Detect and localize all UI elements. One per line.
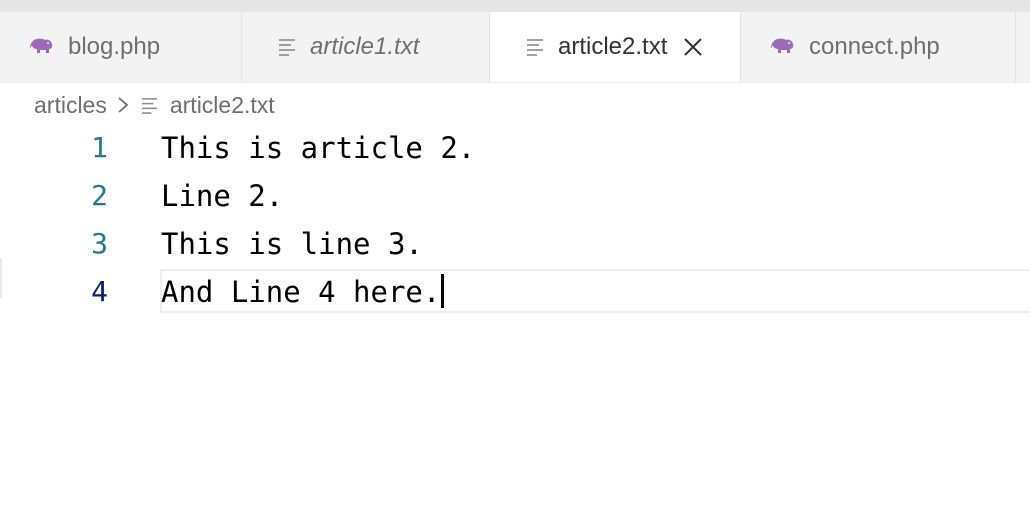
code-editor[interactable]: 1 This is article 2. 2 Line 2. 3 This is… [0,124,1030,526]
line-text-active[interactable]: And Line 4 here. [161,268,445,316]
tab-bar-empty-area [1016,12,1030,82]
close-tab-icon[interactable] [683,37,703,57]
editor-line[interactable]: 4 And Line 4 here. [0,268,1030,316]
line-text[interactable]: This is article 2. [161,124,475,172]
php-elephant-icon [30,37,54,57]
editor-line[interactable]: 1 This is article 2. [0,124,1030,172]
tab-label: blog.php [68,33,161,60]
window-top-strip [0,0,1030,12]
line-number: 2 [91,179,108,212]
tab-blog-php[interactable]: blog.php [0,12,242,82]
line-number: 4 [91,275,108,308]
editor-gutter-marker [0,258,2,298]
tab-article1-txt[interactable]: article1.txt [242,12,490,82]
breadcrumb-file[interactable]: article2.txt [170,92,275,119]
tab-label: connect.php [809,33,940,60]
text-file-icon [526,38,544,56]
editor-line[interactable]: 3 This is line 3. [0,220,1030,268]
text-file-icon [141,97,158,114]
tab-label: article1.txt [310,33,420,60]
tab-connect-php[interactable]: connect.php [741,12,1016,82]
text-file-icon [278,38,296,56]
text-cursor [441,274,445,308]
chevron-right-icon [117,95,129,115]
breadcrumb: articles article2.txt [34,90,275,120]
line-number: 3 [91,227,108,260]
php-elephant-icon [771,37,795,57]
breadcrumb-folder[interactable]: articles [34,92,107,119]
line-text[interactable]: This is line 3. [161,220,423,268]
editor-tab-bar: blog.php article1.txt article2.txt conne… [0,12,1030,83]
line-text[interactable]: Line 2. [161,172,283,220]
tab-label: article2.txt [558,33,668,60]
editor-line[interactable]: 2 Line 2. [0,172,1030,220]
line-text: And Line 4 here. [161,275,441,309]
tab-article2-txt[interactable]: article2.txt [490,12,741,82]
line-number: 1 [91,131,108,164]
